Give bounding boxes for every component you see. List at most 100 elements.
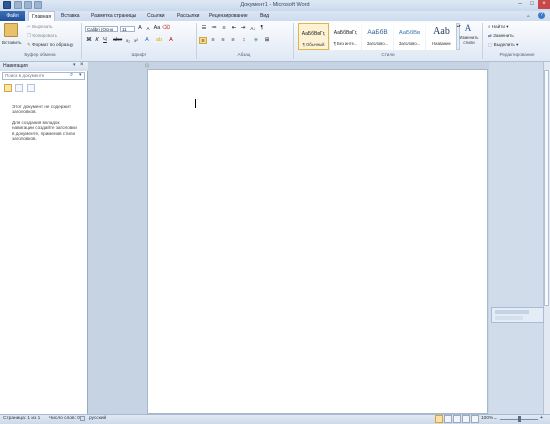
floating-panel[interactable] <box>491 307 544 323</box>
subscript-button[interactable]: x₂ <box>124 37 132 44</box>
copy-button[interactable]: ❐ Копировать <box>27 33 57 39</box>
minimize-button[interactable]: – <box>514 0 526 9</box>
window-title: Документ1 - Microsoft Word <box>240 2 310 8</box>
scroll-thumb[interactable] <box>544 70 549 306</box>
multilevel-list-icon[interactable]: ≡ <box>220 25 228 32</box>
align-center-button[interactable]: ≡ <box>209 37 217 44</box>
tab-mailings[interactable]: Рассылки <box>177 11 199 21</box>
page-count[interactable]: Страница: 1 из 1 <box>3 416 40 421</box>
style-heading-1[interactable]: АаБбВ Заголово... <box>362 23 393 50</box>
replace-button[interactable]: ⇄ Заменить <box>488 33 514 39</box>
search-options-icon[interactable]: ▾ <box>79 72 82 78</box>
outline-button[interactable] <box>462 415 470 423</box>
font-size-select[interactable]: 11 <box>120 26 135 32</box>
draft-button[interactable] <box>471 415 479 423</box>
style-title[interactable]: Aab Название <box>426 23 457 50</box>
tab-insert[interactable]: Вставка <box>61 11 80 21</box>
change-styles-icon[interactable]: A <box>462 23 474 34</box>
tab-home[interactable]: Главная <box>28 11 56 21</box>
justify-button[interactable]: ≡ <box>229 37 237 44</box>
minimize-ribbon-icon[interactable]: ▵ <box>527 13 530 19</box>
tab-file[interactable]: Файл <box>0 11 25 21</box>
tab-references[interactable]: Ссылки <box>147 11 165 21</box>
word-count[interactable]: Число слов: 0 <box>49 416 80 421</box>
print-layout-button[interactable] <box>435 415 443 423</box>
zoom-level[interactable]: 100% <box>481 416 493 421</box>
editing-group-label: Редактирование <box>499 52 535 57</box>
sort-icon[interactable]: А↓ <box>249 25 257 32</box>
paragraph-group-label: Абзац <box>237 52 251 57</box>
clear-formatting-icon[interactable]: ⌫ <box>162 25 170 32</box>
help-icon[interactable]: ? <box>538 12 545 19</box>
shading-icon[interactable]: ◈ <box>252 37 260 44</box>
navigation-pane <box>0 62 88 414</box>
pilcrow-icon[interactable]: ¶ <box>258 25 266 32</box>
zoom-out-icon[interactable]: − <box>494 416 497 422</box>
change-styles-button[interactable]: Изменить стили <box>459 35 479 45</box>
strikethrough-button[interactable]: abe <box>113 37 122 44</box>
search-icon[interactable]: ⌕ <box>70 72 73 79</box>
web-layout-button[interactable] <box>453 415 461 423</box>
change-case-icon[interactable]: Aa <box>153 25 161 32</box>
underline-button[interactable]: Ч <box>101 37 109 44</box>
styles-group-label: Стили <box>381 52 395 57</box>
ribbon-tabs <box>0 11 550 21</box>
style-normal[interactable]: АаБбВвГг, ¶ Обычный <box>298 23 329 50</box>
paste-icon[interactable] <box>4 23 18 37</box>
font-group-label: Шрифт <box>131 52 147 57</box>
tab-pages[interactable] <box>15 84 23 92</box>
borders-icon[interactable]: ⊞ <box>263 37 271 44</box>
document-page[interactable] <box>147 69 488 414</box>
create-headings-hint: Для создания вкладок навигации создайте … <box>12 120 77 141</box>
style-no-spacing[interactable]: АаБбВвГг, ¶ Без инте... <box>330 23 361 50</box>
line-spacing-icon[interactable]: ↕ <box>240 37 248 44</box>
tab-review[interactable]: Рецензирование <box>209 11 248 21</box>
style-heading-2[interactable]: АаБбВв Заголово... <box>394 23 425 50</box>
align-left-button[interactable]: ≡ <box>199 37 207 44</box>
floating-panel-bar <box>495 316 523 320</box>
decrease-indent-icon[interactable]: ⇤ <box>230 25 238 32</box>
language[interactable]: русский <box>89 416 106 421</box>
select-button[interactable]: ⬚ Выделить ▾ <box>488 42 518 48</box>
group-separator <box>196 23 197 59</box>
font-color-icon[interactable]: A <box>167 37 175 44</box>
font-name-select[interactable]: Calibri (Осно <box>85 26 118 32</box>
side-margin <box>489 62 550 414</box>
bullets-icon[interactable]: ☰ <box>200 25 208 32</box>
tab-headings[interactable] <box>4 84 12 92</box>
paste-button[interactable]: Вставить <box>2 40 21 45</box>
floating-panel-bar <box>495 310 529 314</box>
align-right-button[interactable]: ≡ <box>219 37 227 44</box>
maximize-button[interactable]: □ <box>526 0 538 9</box>
grow-font-icon[interactable]: A <box>136 25 144 32</box>
group-separator <box>482 23 483 59</box>
group-separator <box>81 23 82 59</box>
pane-options-icon[interactable]: ▾ <box>73 62 76 68</box>
find-button[interactable]: ⌕ Найти ▾ <box>488 24 509 30</box>
find-icon: ⌕ <box>488 24 491 30</box>
format-painter-button[interactable]: ✎ Формат по образцу <box>27 42 73 48</box>
clipboard-group-label: Буфер обмена <box>24 52 56 57</box>
replace-icon: ⇄ <box>488 33 492 38</box>
highlight-icon[interactable]: ab <box>155 37 163 44</box>
tab-page-layout[interactable]: Разметка страницы <box>91 11 136 21</box>
shrink-font-icon[interactable]: A <box>144 25 152 32</box>
tab-view[interactable]: Вид <box>260 11 269 21</box>
superscript-button[interactable]: x² <box>132 37 140 44</box>
close-icon[interactable]: × <box>80 62 84 68</box>
text-effects-icon[interactable]: A <box>143 37 151 44</box>
italic-button[interactable]: К <box>93 37 101 44</box>
bold-button[interactable]: Ж <box>85 37 93 44</box>
close-window-button[interactable]: × <box>538 0 550 9</box>
proofing-icon[interactable] <box>80 416 85 421</box>
zoom-in-icon[interactable]: + <box>540 415 543 421</box>
scissors-icon: ✂ <box>27 24 31 29</box>
full-screen-reading-button[interactable] <box>444 415 452 423</box>
increase-indent-icon[interactable]: ⇥ <box>239 25 247 32</box>
zoom-slider-handle[interactable] <box>518 416 521 422</box>
text-cursor <box>195 99 196 108</box>
numbering-icon[interactable]: ≔ <box>210 25 218 32</box>
group-separator <box>293 23 294 59</box>
tab-search-results[interactable] <box>27 84 35 92</box>
cut-button[interactable]: ✂ Вырезать <box>27 24 53 30</box>
